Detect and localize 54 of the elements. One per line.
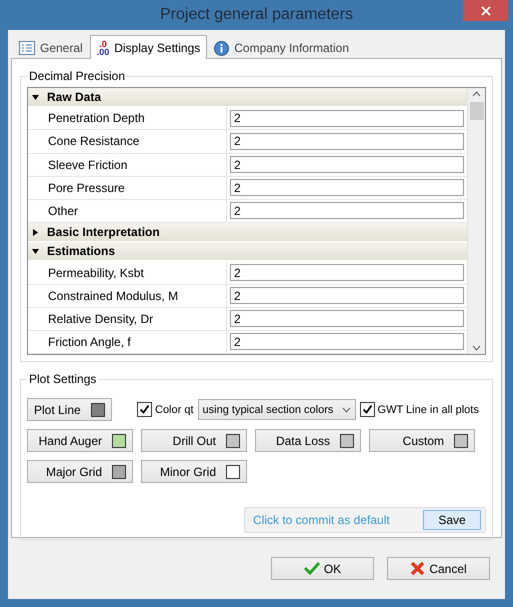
- property-label: Pore Pressure: [28, 176, 227, 199]
- close-icon: [480, 6, 490, 16]
- group-title: Plot Settings: [28, 372, 98, 386]
- save-button[interactable]: Save: [423, 510, 481, 530]
- list-icon: [19, 41, 35, 55]
- color-button[interactable]: Hand Auger: [27, 429, 133, 452]
- property-label: Other: [28, 200, 227, 222]
- ok-button[interactable]: OK: [271, 557, 374, 580]
- input-field[interactable]: 2: [230, 287, 464, 304]
- checkbox[interactable]: [360, 402, 375, 417]
- input-field[interactable]: 2: [230, 110, 464, 127]
- color-button[interactable]: Custom: [369, 429, 475, 452]
- tab[interactable]: Company Information: [207, 37, 356, 58]
- property-label: Constrained Modulus, M: [28, 284, 227, 307]
- collapsed-triangle-icon[interactable]: [32, 228, 39, 236]
- commit-hint: Click to commit as default: [253, 513, 390, 527]
- input-field[interactable]: 2: [230, 156, 464, 174]
- scrollbar-thumb[interactable]: [470, 102, 484, 120]
- section-header[interactable]: Raw Data: [28, 88, 467, 108]
- dropdown[interactable]: using typical section colors: [198, 399, 356, 420]
- color-button[interactable]: Major Grid: [27, 460, 133, 483]
- color-button[interactable]: Drill Out: [141, 429, 247, 452]
- cross-icon: [410, 561, 426, 576]
- input-field[interactable]: 2: [230, 202, 464, 220]
- scrollbar[interactable]: [467, 88, 485, 354]
- input-field[interactable]: 2: [230, 179, 464, 196]
- expanded-triangle-icon[interactable]: [32, 94, 39, 101]
- checkbox-label[interactable]: Color qt: [137, 402, 194, 417]
- section-header[interactable]: Basic Interpretation: [28, 222, 467, 242]
- property-label: Sleeve Friction: [28, 154, 227, 176]
- checkmark-icon: [304, 562, 320, 575]
- property-label: Friction Angle, f: [28, 330, 227, 353]
- property-label: Relative Density, Dr: [28, 308, 227, 330]
- group-title: Decimal Precision: [28, 69, 126, 83]
- property-label: Permeability, Ksbt: [28, 261, 227, 284]
- property-label: Cone Resistance: [28, 130, 227, 153]
- expanded-triangle-icon[interactable]: [32, 248, 39, 255]
- tab[interactable]: General: [12, 37, 90, 58]
- section-header[interactable]: Estimations: [28, 242, 467, 262]
- info-icon: [214, 40, 230, 56]
- input-field[interactable]: 2: [230, 310, 464, 328]
- window-title: Project general parameters: [160, 6, 353, 24]
- input-field[interactable]: 2: [230, 264, 464, 282]
- color-button[interactable]: Minor Grid: [141, 460, 247, 483]
- property-label: Penetration Depth: [28, 107, 227, 130]
- checkbox-label[interactable]: GWT Line in all plots: [360, 402, 479, 417]
- input-field[interactable]: 2: [230, 132, 464, 150]
- cancel-button[interactable]: Cancel: [387, 557, 490, 580]
- color-button[interactable]: Plot Line: [27, 398, 112, 421]
- input-field[interactable]: 2: [230, 333, 464, 350]
- close-button[interactable]: [463, 0, 508, 21]
- color-button[interactable]: Data Loss: [255, 429, 361, 452]
- checkbox[interactable]: [137, 402, 152, 417]
- decimal-icon: .0 .00: [96, 40, 110, 56]
